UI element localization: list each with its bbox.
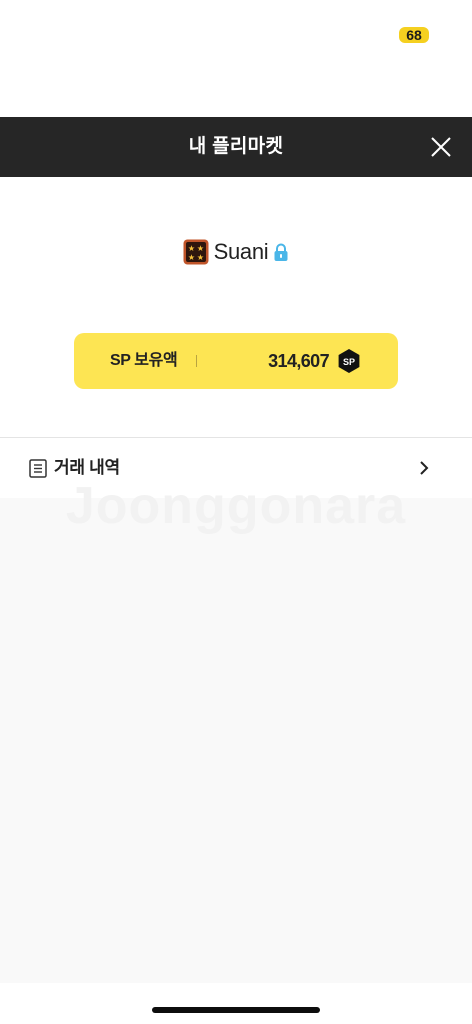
home-indicator[interactable] <box>152 1007 320 1013</box>
close-button[interactable] <box>426 132 456 162</box>
bottom-safe-area <box>0 983 472 1024</box>
battery-level-badge: 68 <box>399 27 429 43</box>
lock-icon <box>274 243 288 261</box>
svg-text:★: ★ <box>197 244 204 253</box>
username: Suani <box>213 239 269 264</box>
close-icon <box>431 137 451 157</box>
sp-balance-label: SP 보유액 <box>110 352 178 369</box>
sp-balance-amount: 314,607 <box>268 351 329 371</box>
rank-badge-icon: ★ ★ ★ ★ <box>183 239 209 265</box>
sp-balance-card: SP 보유액 314,607 SP <box>74 333 398 389</box>
svg-text:★: ★ <box>188 244 195 253</box>
sp-coin-label: SP <box>343 357 355 367</box>
divider <box>196 355 197 367</box>
status-bar: 68 <box>0 0 472 117</box>
sp-coin-icon: SP <box>338 349 360 373</box>
svg-text:★: ★ <box>188 253 195 262</box>
watermark: Joonggonara <box>65 477 407 535</box>
svg-text:★: ★ <box>197 253 204 262</box>
page-title: 내 플리마켓 <box>188 136 284 157</box>
header-bar: 내 플리마켓 <box>0 117 472 177</box>
profile-section: ★ ★ ★ ★ Suani <box>0 237 472 267</box>
chevron-right-icon <box>420 461 429 475</box>
